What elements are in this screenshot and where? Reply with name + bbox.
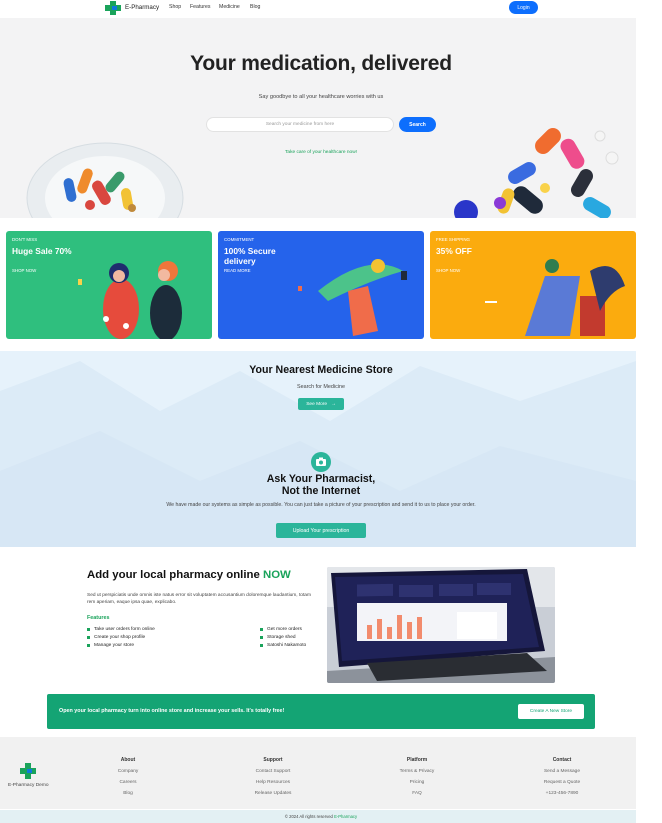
dashboard-laptop-image: [327, 567, 555, 683]
promo-title: Huge Sale 70%: [12, 246, 72, 256]
ask-pharmacist-description: We have made our systems as simple as po…: [166, 502, 476, 508]
promo-card-shipping[interactable]: FREE SHIPPING 35% OFF SHOP NOW: [430, 231, 636, 339]
feature-item: Create your shop profile: [87, 635, 145, 640]
add-pharmacy-title: Add your local pharmacy online NOW: [87, 569, 291, 581]
feature-item: Take user orders form online: [87, 627, 155, 632]
camera-icon: [311, 452, 331, 472]
feature-label: Get more orders: [267, 627, 302, 632]
footer-column-support: Support Contact Support Help Resources R…: [238, 757, 308, 802]
bullet-icon: [260, 628, 263, 631]
promo-title: 100% Secure delivery: [224, 246, 276, 266]
feature-item: Get more orders: [260, 627, 302, 632]
footer-column-contact: Contact Send a Message Request a Quote +…: [527, 757, 597, 802]
feature-item: Satoshi Nakamoto: [260, 643, 306, 648]
nav-link-medicine[interactable]: Medicine: [219, 4, 240, 10]
promo-tag: FREE SHIPPING: [436, 237, 470, 242]
arrow-right-icon: →: [331, 401, 336, 407]
add-pharmacy-title-text: Add your local pharmacy online: [87, 569, 260, 581]
search-button[interactable]: Search: [399, 117, 436, 132]
promo-link[interactable]: SHOP NOW: [436, 268, 460, 273]
footer-heading: Support: [263, 757, 283, 763]
pharmacy-cross-logo-icon[interactable]: [104, 1, 122, 15]
pharmacy-cross-logo-icon[interactable]: [19, 762, 37, 780]
bullet-icon: [260, 644, 263, 647]
store-subtitle: Search for Medicine: [297, 384, 345, 390]
feature-item: Manage your store: [87, 643, 134, 648]
copyright-text: © 2024 All rights reserved E-Pharmacy: [0, 814, 642, 819]
copyright-brand-link[interactable]: E-Pharmacy: [334, 814, 357, 819]
navbar: [0, 0, 636, 17]
feature-label: Satoshi Nakamoto: [267, 643, 307, 648]
promo-title: 35% OFF: [436, 246, 472, 256]
promo-card-delivery[interactable]: COMMITMENT 100% Secure delivery READ MOR…: [218, 231, 424, 339]
footer-column-about: About Company Careers Blog: [93, 757, 163, 802]
hero-title: Your medication, delivered: [190, 52, 452, 75]
nav-link-blog[interactable]: Blog: [250, 4, 260, 10]
footer-link[interactable]: Company: [93, 769, 163, 774]
promo-link[interactable]: SHOP NOW: [12, 268, 36, 273]
brand-name[interactable]: E-Pharmacy: [125, 4, 159, 11]
feature-label: Storage shed: [267, 635, 296, 640]
medicine-search-input[interactable]: Search your medicine from here: [206, 117, 394, 132]
footer-brand: E-Pharmacy Demo: [8, 783, 49, 788]
nav-link-shop[interactable]: Shop: [169, 4, 181, 10]
feature-label: Manage your store: [94, 643, 134, 648]
footer-link[interactable]: Pricing: [382, 780, 452, 785]
copyright-label: © 2024 All rights reserved: [284, 814, 333, 819]
bullet-icon: [87, 644, 90, 647]
footer-link[interactable]: Terms & Privacy: [382, 769, 452, 774]
footer-phone[interactable]: +123-456-7890: [527, 791, 597, 796]
bullet-icon: [87, 628, 90, 631]
footer-heading: About: [120, 757, 136, 763]
footer-link[interactable]: Release Updates: [238, 791, 308, 796]
footer-link[interactable]: Send a Message: [527, 769, 597, 774]
promo-link[interactable]: READ MORE: [224, 268, 251, 273]
footer-column-platform: Platform Terms & Privacy Pricing FAQ: [382, 757, 452, 802]
feature-label: Take user orders form online: [94, 627, 155, 632]
nav-link-features[interactable]: Features: [190, 4, 210, 10]
footer-link[interactable]: Contact Support: [238, 769, 308, 774]
footer-link[interactable]: Blog: [93, 791, 163, 796]
promo-card-sale[interactable]: DON'T MISS Huge Sale 70% SHOP NOW: [6, 231, 212, 339]
promo-tag: DON'T MISS: [12, 237, 38, 242]
bullet-icon: [87, 636, 90, 639]
footer-link[interactable]: Help Resources: [238, 780, 308, 785]
hero-tagline: Take care of your healthcare now!: [285, 150, 357, 155]
login-button[interactable]: Login: [509, 1, 538, 14]
ask-title-line-2: Not the Internet: [281, 485, 361, 497]
footer-heading: Platform: [406, 757, 428, 763]
ask-pharmacist-title: Ask Your Pharmacist, Not the Internet: [0, 473, 642, 497]
promo-tag: COMMITMENT: [224, 237, 255, 242]
feature-label: Create your shop profile: [94, 635, 146, 640]
see-more-label: See More: [306, 401, 327, 407]
add-pharmacy-title-highlight: NOW: [262, 569, 291, 581]
feature-item: Storage shed: [260, 635, 296, 640]
create-store-banner-text: Open your local pharmacy turn into onlin…: [59, 708, 285, 714]
footer-link[interactable]: FAQ: [382, 791, 452, 796]
store-title: Your Nearest Medicine Store: [249, 364, 393, 376]
hero-subtitle: Say goodbye to all your healthcare worri…: [258, 94, 384, 100]
add-pharmacy-description: Sed ut perspiciatis unde omnis iste natu…: [87, 593, 311, 605]
upload-prescription-button[interactable]: Upload Your prescription: [276, 523, 366, 538]
bullet-icon: [260, 636, 263, 639]
create-new-store-button[interactable]: Create A New Store: [518, 704, 584, 719]
footer-link[interactable]: Careers: [93, 780, 163, 785]
nearest-store-section: [0, 351, 636, 547]
footer-link[interactable]: Request a Quote: [527, 780, 597, 785]
ask-title-line-1: Ask Your Pharmacist,: [266, 473, 376, 485]
features-heading: Features: [87, 615, 110, 621]
see-more-button[interactable]: See More →: [298, 398, 344, 410]
footer-heading: Contact: [552, 757, 572, 763]
map-background: [0, 361, 636, 547]
